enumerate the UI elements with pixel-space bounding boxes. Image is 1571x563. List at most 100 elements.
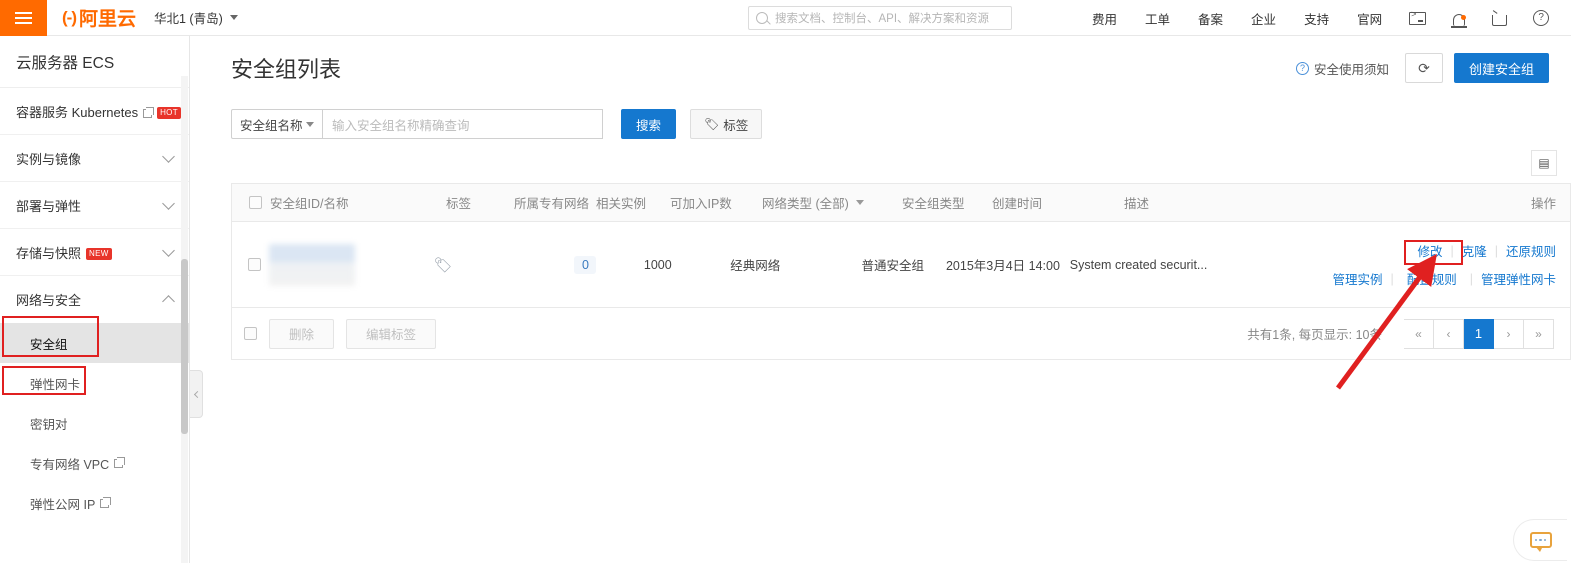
sidebar-subitem-label: 弹性公网 IP — [30, 497, 96, 512]
sidebar-item-keypair[interactable]: 密钥对 — [0, 403, 189, 443]
chat-bubble-icon — [1529, 532, 1552, 552]
topnav-item-support[interactable]: 支持 — [1290, 9, 1343, 28]
sidebar-product-title: 云服务器 ECS — [0, 36, 189, 88]
notification-bell-icon — [1451, 13, 1468, 28]
region-selector[interactable]: 华北1 (青岛) — [154, 8, 238, 27]
related-instance-count[interactable]: 0 — [574, 255, 597, 274]
filter-chevron-down-icon — [855, 200, 864, 205]
aliyun-logo[interactable]: (-) 阿里云 — [62, 4, 136, 31]
chevron-up-icon — [162, 294, 175, 308]
column-header-instances: 相关实例 — [596, 197, 647, 211]
sidebar-scrollbar[interactable] — [181, 76, 188, 563]
region-label: 华北1 (青岛) — [154, 12, 223, 26]
chevron-down-icon — [162, 243, 175, 257]
sidebar-scrollbar-thumb[interactable] — [181, 259, 188, 434]
chat-support-button[interactable] — [1513, 519, 1567, 561]
select-all-checkbox[interactable] — [248, 196, 262, 209]
sidebar-item-eip[interactable]: 弹性公网 IP — [0, 483, 189, 523]
row-actions-primary: 修改 | 克隆 | 还原规则 — [1332, 241, 1556, 260]
action-modify[interactable]: 修改 — [1417, 241, 1442, 260]
global-search-input[interactable]: 搜索文档、控制台、API、解决方案和资源 — [748, 6, 1012, 30]
help-button[interactable]: ? — [1520, 10, 1562, 26]
sidebar-item-security-group[interactable]: 安全组 — [0, 323, 189, 363]
refresh-icon: ⟳ — [1418, 59, 1430, 76]
topnav-item-fees[interactable]: 费用 — [1078, 9, 1131, 28]
refresh-button[interactable]: ⟳ — [1404, 53, 1443, 83]
filter-toolbar: 安全组名称 输入安全组名称精确查询 搜索 🏷 标签 — [191, 100, 1571, 148]
topnav-item-enterprise[interactable]: 企业 — [1237, 9, 1290, 28]
pagination-first[interactable]: « — [1404, 318, 1434, 349]
footer-select-all-checkbox[interactable] — [244, 327, 257, 340]
action-configure-rules[interactable]: 配置规则 — [1402, 269, 1462, 288]
column-header-network-type-label: 网络类型 (全部) — [762, 197, 849, 211]
sidebar-item-vpc[interactable]: 专有网络 VPC — [0, 443, 189, 483]
create-security-group-button[interactable]: 创建安全组 — [1453, 53, 1549, 83]
security-notice-link[interactable]: ? 安全使用须知 — [1295, 59, 1389, 78]
sidebar-item-eni[interactable]: 弹性网卡 — [0, 363, 189, 403]
column-header-ip-count: 可加入IP数 — [670, 197, 732, 211]
sidebar-item-kubernetes[interactable]: 容器服务 Kubernetes HOT — [0, 88, 189, 135]
hamburger-menu-icon[interactable] — [0, 0, 47, 36]
action-manage-eni[interactable]: 管理弹性网卡 — [1481, 269, 1556, 288]
pagination-last[interactable]: » — [1524, 318, 1554, 349]
shopping-cart-icon — [1492, 14, 1508, 26]
chevron-left-icon — [193, 390, 201, 398]
redacted-security-group-id — [268, 243, 355, 286]
sidebar-item-network-security[interactable]: 网络与安全 — [0, 276, 189, 323]
sidebar: 云服务器 ECS 容器服务 Kubernetes HOT 实例与镜像 部署与弹性 … — [0, 36, 190, 563]
sidebar-item-label: 存储与快照 — [16, 245, 82, 261]
search-input-placeholder: 输入安全组名称精确查询 — [332, 118, 470, 133]
tag-icon: 🏷 — [433, 256, 453, 274]
row-checkbox[interactable] — [247, 258, 261, 271]
external-link-icon — [100, 496, 112, 508]
cell-actions: 修改 | 克隆 | 还原规则 管理实例 | 配置规则 | 管理弹性网卡 — [1332, 241, 1570, 288]
column-header-description: 描述 — [1124, 197, 1150, 211]
security-group-name-input[interactable]: 输入安全组名称精确查询 — [323, 109, 603, 139]
pagination-page-1[interactable]: 1 — [1464, 318, 1494, 349]
column-header-created: 创建时间 — [992, 197, 1043, 211]
sidebar-item-storage-snapshots[interactable]: 存储与快照 NEW — [0, 229, 189, 276]
tag-filter-button[interactable]: 🏷 标签 — [690, 109, 763, 139]
language-selector[interactable]: 简体 — [1562, 9, 1571, 28]
delete-button[interactable]: 删除 — [269, 318, 335, 349]
main-content: 安全组列表 ? 安全使用须知 ⟳ 创建安全组 安全组名称 输入安全组名称精确查询… — [191, 36, 1571, 563]
action-clone[interactable]: 克隆 — [1462, 241, 1487, 260]
topnav-item-tickets[interactable]: 工单 — [1131, 9, 1184, 28]
cart-button[interactable] — [1479, 11, 1520, 26]
column-header-id-name: 安全组ID/名称 — [270, 197, 349, 211]
security-group-table: 安全组ID/名称 标签 所属专有网络 相关实例 可加入IP数 网络类型 (全部)… — [231, 183, 1571, 308]
cell-network-type: 经典网络 — [730, 259, 781, 273]
cell-id-name[interactable] — [265, 243, 434, 286]
sidebar-item-label: 容器服务 Kubernetes — [16, 104, 139, 120]
pagination-next[interactable]: › — [1494, 318, 1524, 349]
pagination: 共有1条, 每页显示: 10条 « ‹ 1 › » — [1247, 318, 1570, 349]
sidebar-item-label: 实例与镜像 — [16, 151, 82, 167]
cell-created: 2015年3月4日 14:00 — [945, 259, 1060, 273]
sidebar-item-instances-images[interactable]: 实例与镜像 — [0, 135, 189, 182]
sidebar-item-label: 网络与安全 — [16, 293, 82, 308]
column-header-network-type[interactable]: 网络类型 (全部) — [762, 193, 902, 212]
column-settings-button[interactable]: ▤ — [1531, 150, 1557, 176]
cell-sg-type: 普通安全组 — [861, 259, 925, 273]
edit-tags-button[interactable]: 编辑标签 — [346, 318, 437, 349]
top-navigation-bar: (-) 阿里云 华北1 (青岛) 搜索文档、控制台、API、解决方案和资源 费用… — [0, 0, 1571, 36]
cell-tags[interactable]: 🏷 — [434, 256, 498, 274]
action-manage-instances[interactable]: 管理实例 — [1332, 269, 1382, 288]
action-separator: | — [1450, 243, 1454, 258]
sidebar-collapse-handle[interactable] — [190, 370, 203, 418]
sidebar-subitem-label: 专有网络 VPC — [30, 457, 110, 472]
hot-badge: HOT — [157, 107, 181, 119]
topnav-item-icp[interactable]: 备案 — [1184, 9, 1237, 28]
notification-button[interactable] — [1439, 11, 1479, 28]
search-button[interactable]: 搜索 — [621, 109, 676, 139]
column-header-vpc: 所属专有网络 — [514, 197, 590, 211]
sidebar-item-deploy-elasticity[interactable]: 部署与弹性 — [0, 182, 189, 229]
action-restore-rules[interactable]: 还原规则 — [1506, 241, 1556, 260]
search-icon — [756, 12, 768, 24]
column-header-actions: 操作 — [1530, 197, 1556, 211]
help-circle-icon: ? — [1533, 10, 1550, 26]
console-terminal-button[interactable] — [1396, 10, 1439, 25]
pagination-prev[interactable]: ‹ — [1434, 318, 1464, 349]
filter-type-select[interactable]: 安全组名称 — [231, 109, 323, 139]
topnav-item-website[interactable]: 官网 — [1343, 9, 1396, 28]
